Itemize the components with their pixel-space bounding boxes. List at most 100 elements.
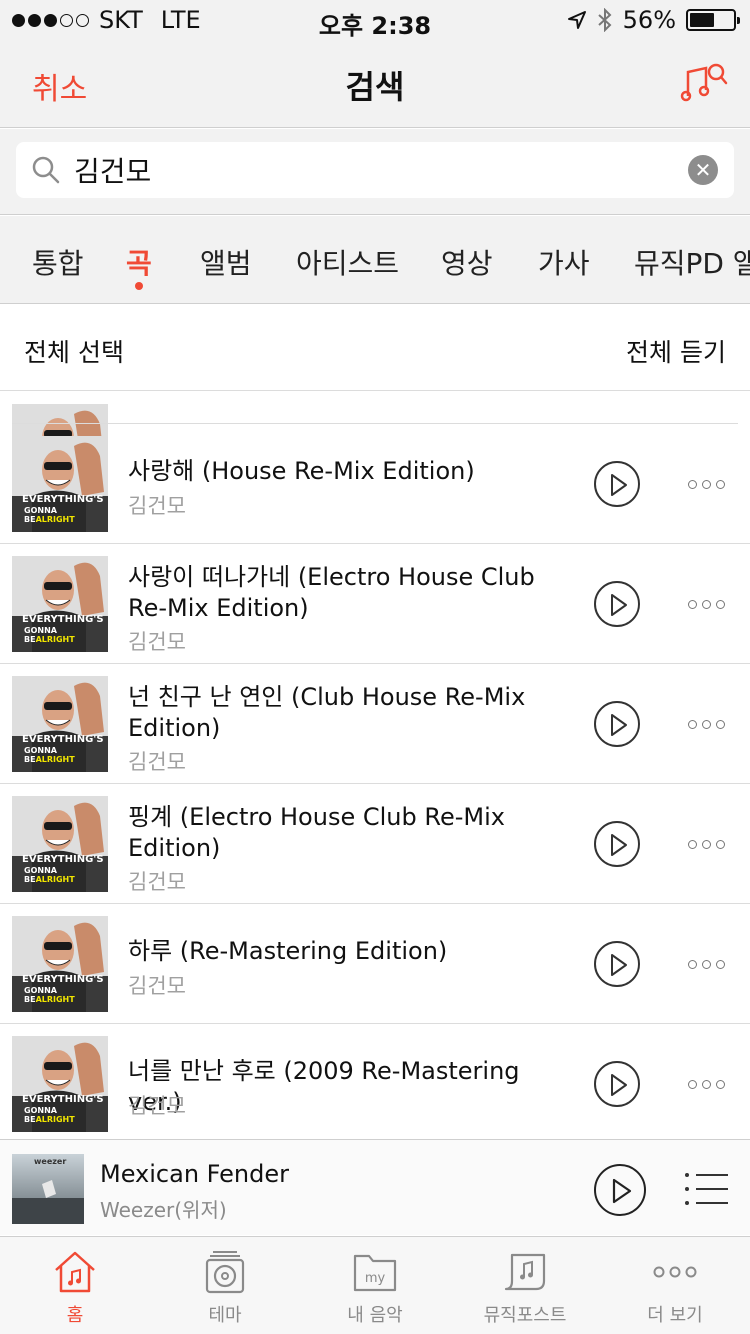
song-artist: 김건모 [128,870,186,894]
song-title: 너를 만난 후로 (2009 Re-Mastering ver.) [128,1057,520,1116]
album-cover-text-3: ALRIGHT [35,635,75,644]
album-cover-text-1: EVERYTHING'S [22,734,104,745]
active-tab-indicator [134,282,143,290]
search-category-tabs: 통합 곡 앨범 아티스트 영상 가사 뮤직PD 앨범 [0,216,750,304]
play-button[interactable] [594,701,640,747]
clear-search-icon[interactable]: ✕ [688,155,718,185]
now-playing-play-button[interactable] [594,1164,646,1216]
song-title: 넌 친구 난 연인 (Club House Re-Mix Edition) [128,683,526,742]
album-cover-text-3: ALRIGHT [35,875,75,884]
song-list[interactable]: EVERYTHING'SGONNA BEALRIGHT EVERYTHING'S… [0,392,750,1138]
list-header: 전체 선택 전체 듣기 [0,305,750,391]
song-row[interactable]: EVERYTHING'S GONNA BEALRIGHT 하루 (Re-Master… [0,904,750,1024]
album-cover-text-1: EVERYTHING'S [22,974,104,985]
play-button[interactable] [594,581,640,627]
tab-artists[interactable]: 아티스트 [296,242,399,282]
album-cover: EVERYTHING'SGONNA BEALRIGHT [12,556,108,652]
play-icon [611,474,627,496]
tabbar-more[interactable]: 더 보기 [600,1249,750,1327]
play-icon [611,594,627,616]
music-post-icon [504,1253,546,1291]
song-artist: 김건모 [128,1094,186,1118]
now-playing-cover: weezer [12,1154,84,1224]
bottom-tab-bar: 홈 테마 my 내 음악 뮤직포스트 더 보기 [0,1236,750,1334]
svg-text:my: my [365,1271,386,1286]
search-icon [32,156,60,184]
tabbar-music-post[interactable]: 뮤직포스트 [450,1249,600,1327]
tab-videos[interactable]: 영상 [441,242,493,282]
record-player-icon [205,1251,245,1294]
song-artist: 김건모 [128,494,186,518]
album-cover-text-1: EVERYTHING'S [22,854,104,865]
now-playing-bar[interactable]: weezer Mexican Fender Weezer(위저) [0,1139,750,1235]
song-title: 핑계 (Electro House Club Re-Mix Edition) [128,803,505,862]
play-all-button[interactable]: 전체 듣기 [626,333,726,369]
more-options-icon[interactable] [688,1080,725,1089]
song-artist: 김건모 [128,974,186,998]
song-title: 사랑해 (House Re-Mix Edition) [128,457,475,485]
album-cover: EVERYTHING'SGONNA BEALRIGHT [12,436,108,532]
play-button[interactable] [594,1061,640,1107]
select-all-button[interactable]: 전체 선택 [24,333,124,369]
play-button[interactable] [594,941,640,987]
my-folder-icon: my [353,1254,397,1292]
tabbar-theme[interactable]: 테마 [150,1249,300,1327]
more-options-icon[interactable] [688,840,725,849]
page-title: 검색 [345,68,405,106]
tab-albums[interactable]: 앨범 [200,242,252,282]
music-search-icon[interactable] [680,60,728,104]
album-cover-text-3: ALRIGHT [35,1115,75,1124]
bluetooth-icon [597,8,612,32]
battery-icon [686,9,740,31]
album-cover: EVERYTHING'SGONNA BEALRIGHT [12,1036,108,1132]
search-input[interactable] [74,148,674,192]
home-music-icon [55,1251,95,1293]
search-bar: ✕ [0,129,750,215]
play-button[interactable] [594,821,640,867]
album-cover-text-3: ALRIGHT [35,755,75,764]
song-artist: 김건모 [128,630,186,654]
search-box: ✕ [16,142,734,198]
now-playing-cover-text: weezer [34,1157,67,1166]
now-playing-artist: Weezer(위저) [100,1198,227,1222]
play-icon [611,954,627,976]
play-button[interactable] [594,461,640,507]
battery-percent: 56% [622,6,676,34]
song-row[interactable]: EVERYTHING'S GONNA BEALRIGHT 너를 만난 후로 (200… [0,1024,750,1138]
tab-music-pd-albums[interactable]: 뮤직PD 앨범 [634,242,750,282]
tabbar-home[interactable]: 홈 [0,1249,150,1327]
tab-songs[interactable]: 곡 [126,242,152,290]
navigation-bar: 취소 검색 [0,40,750,128]
more-options-icon[interactable] [688,960,725,969]
location-arrow-icon [567,11,586,29]
album-cover: EVERYTHING'SGONNA BEALRIGHT [12,676,108,772]
song-row[interactable]: EVERYTHING'S GONNA BEALRIGHT 사랑해 (House Re… [0,424,750,544]
album-cover-text-3: ALRIGHT [35,515,75,524]
song-row[interactable]: EVERYTHING'S GONNA BEALRIGHT 핑계 (Electro H… [0,784,750,904]
more-options-icon[interactable] [688,720,725,729]
more-options-icon[interactable] [688,480,725,489]
album-cover: EVERYTHING'SGONNA BEALRIGHT [12,796,108,892]
play-icon [611,834,627,856]
playlist-icon[interactable] [684,1172,728,1206]
album-cover-text-1: EVERYTHING'S [22,1094,104,1105]
play-icon [611,1074,627,1096]
now-playing-title: Mexican Fender [100,1160,289,1188]
song-row[interactable]: EVERYTHING'S GONNA BEALRIGHT 넌 친구 난 연인 (Cl… [0,664,750,784]
play-icon [611,714,627,736]
song-title: 사랑이 떠나가네 (Electro House Club Re-Mix Edit… [128,563,535,622]
album-cover-text-1: EVERYTHING'S [22,614,104,625]
song-title: 하루 (Re-Mastering Edition) [128,937,448,965]
more-options-icon[interactable] [688,600,725,609]
album-cover-text-1: EVERYTHING'S [22,494,104,505]
tabbar-my-music[interactable]: my 내 음악 [300,1249,450,1327]
more-dots-icon [653,1266,697,1278]
album-cover-text-3: ALRIGHT [35,995,75,1004]
play-icon [612,1178,632,1204]
tab-lyrics[interactable]: 가사 [538,242,590,282]
tab-integrated[interactable]: 통합 [32,242,84,282]
album-cover: EVERYTHING'SGONNA BEALRIGHT [12,916,108,1012]
song-artist: 김건모 [128,750,186,774]
status-bar: SKT LTE 오후 2:38 56% [0,0,750,40]
song-row[interactable]: EVERYTHING'S GONNA BEALRIGHT 사랑이 떠나가네 (Ele… [0,544,750,664]
